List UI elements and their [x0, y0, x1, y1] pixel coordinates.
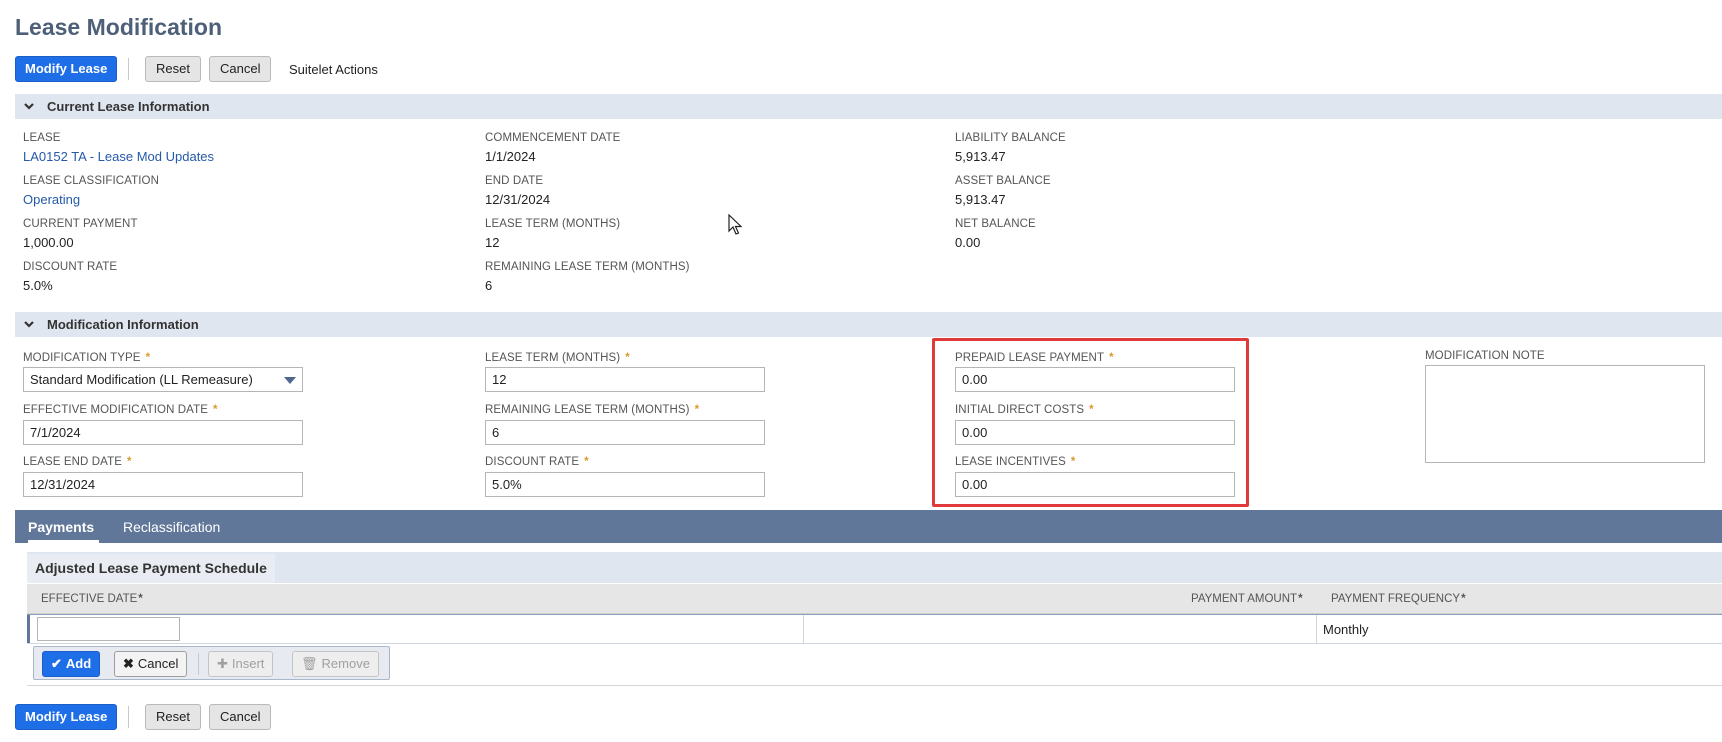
dropdown-arrow-icon[interactable]	[284, 377, 296, 384]
row-payment-frequency-value[interactable]: Monthly	[1323, 622, 1369, 637]
modification-section-header[interactable]: Modification Information	[15, 312, 1722, 337]
end-date-label: END DATE	[485, 175, 544, 187]
check-icon: ✔	[51, 656, 62, 671]
liability-balance-value: 5,913.47	[955, 149, 1006, 164]
cancel-line-button[interactable]: ✖ Cancel	[114, 651, 188, 677]
plus-icon: ✚	[217, 656, 228, 671]
commencement-value: 1/1/2024	[485, 149, 536, 164]
section-title: Modification Information	[47, 317, 199, 332]
discount-rate-value: 5.0%	[23, 278, 53, 293]
row-effective-date-input[interactable]	[37, 617, 180, 641]
modification-type-select[interactable]: Standard Modification (LL Remeasure)	[23, 367, 303, 392]
sublist-title[interactable]: Adjusted Lease Payment Schedule	[27, 554, 275, 583]
trash-icon: 🗑	[301, 656, 318, 671]
modification-note-textarea[interactable]	[1425, 365, 1705, 463]
cancel-button[interactable]: Cancel	[209, 56, 272, 82]
panel-divider	[27, 685, 1722, 686]
reset-button-bottom[interactable]: Reset	[145, 704, 201, 730]
toolbar-separator	[128, 58, 129, 80]
mod-remaining-term-label: REMAINING LEASE TERM (MONTHS) *	[485, 404, 700, 416]
current-payment-label: CURRENT PAYMENT	[23, 218, 138, 230]
commencement-label: COMMENCEMENT DATE	[485, 132, 621, 144]
current-lease-section-header[interactable]: Current Lease Information	[15, 94, 1722, 119]
lease-end-date-label: LEASE END DATE *	[23, 456, 132, 468]
tab-payments[interactable]: Payments	[28, 519, 94, 535]
add-line-button[interactable]: ✔ Add	[42, 651, 101, 677]
row-indicator	[27, 615, 30, 643]
cancel-button-bottom[interactable]: Cancel	[209, 704, 272, 730]
modification-type-label: MODIFICATION TYPE *	[23, 352, 151, 364]
modify-lease-button[interactable]: Modify Lease	[15, 56, 118, 82]
net-balance-label: NET BALANCE	[955, 218, 1036, 230]
col-payment-amount: PAYMENT AMOUNT*	[1191, 593, 1303, 605]
mouse-cursor-icon	[728, 214, 742, 235]
cell-divider	[1316, 615, 1317, 643]
table-row: Monthly	[27, 614, 1722, 644]
suitelet-actions-menu[interactable]: Suitelet Actions	[289, 62, 378, 77]
lease-term-value: 12	[485, 235, 500, 250]
remove-line-button[interactable]: 🗑 Remove	[292, 651, 379, 677]
asset-balance-label: ASSET BALANCE	[955, 175, 1051, 187]
col-effective-date: EFFECTIVE DATE*	[41, 593, 143, 605]
col-payment-frequency: PAYMENT FREQUENCY*	[1331, 593, 1466, 605]
close-icon: ✖	[123, 656, 134, 671]
end-date-value: 12/31/2024	[485, 192, 551, 207]
sublist-line-buttons: ✔ Add ✖ Cancel ✚ Insert 🗑 Remove	[33, 646, 390, 680]
modification-note-label: MODIFICATION NOTE	[1425, 350, 1545, 362]
discount-rate-input[interactable]: 5.0%	[485, 472, 765, 497]
insert-line-button[interactable]: ✚ Insert	[208, 651, 274, 677]
current-payment-value: 1,000.00	[23, 235, 74, 250]
row-payment-amount-cell[interactable]	[804, 615, 1286, 643]
section-title: Current Lease Information	[47, 99, 210, 114]
classification-label: LEASE CLASSIFICATION	[23, 175, 159, 187]
sublist-header: Adjusted Lease Payment Schedule	[27, 552, 1722, 583]
lease-term-input[interactable]: 12	[485, 367, 765, 392]
effective-date-input[interactable]: 7/1/2024	[23, 420, 303, 445]
tab-reclassification[interactable]: Reclassification	[123, 519, 220, 535]
highlight-box	[932, 338, 1249, 507]
chevron-down-icon	[24, 103, 34, 110]
lease-label: LEASE	[23, 132, 61, 144]
toolbar-separator	[128, 706, 129, 728]
modify-lease-button-bottom[interactable]: Modify Lease	[15, 704, 118, 730]
subtab-bar: Payments Reclassification	[15, 510, 1722, 543]
active-tab-indicator	[28, 540, 99, 543]
chevron-down-icon	[24, 321, 34, 328]
remaining-term-value: 6	[485, 278, 493, 293]
asset-balance-value: 5,913.47	[955, 192, 1006, 207]
remaining-term-label: REMAINING LEASE TERM (MONTHS)	[485, 261, 690, 273]
effective-date-label: EFFECTIVE MODIFICATION DATE *	[23, 404, 218, 416]
button-separator	[198, 653, 199, 675]
lease-term-label: LEASE TERM (MONTHS)	[485, 218, 621, 230]
reset-button[interactable]: Reset	[145, 56, 201, 82]
sublist-column-headers: EFFECTIVE DATE* PAYMENT AMOUNT* PAYMENT …	[27, 584, 1722, 614]
remaining-term-input[interactable]: 6	[485, 420, 765, 445]
discount-rate-label: DISCOUNT RATE	[23, 261, 118, 273]
lease-link[interactable]: LA0152 TA - Lease Mod Updates	[23, 149, 214, 164]
mod-lease-term-label: LEASE TERM (MONTHS) *	[485, 352, 630, 364]
classification-link[interactable]: Operating	[23, 192, 80, 207]
mod-discount-rate-label: DISCOUNT RATE *	[485, 456, 589, 468]
net-balance-value: 0.00	[955, 235, 981, 250]
page-title: Lease Modification	[15, 14, 223, 40]
liability-balance-label: LIABILITY BALANCE	[955, 132, 1066, 144]
lease-end-date-input[interactable]: 12/31/2024	[23, 472, 303, 497]
